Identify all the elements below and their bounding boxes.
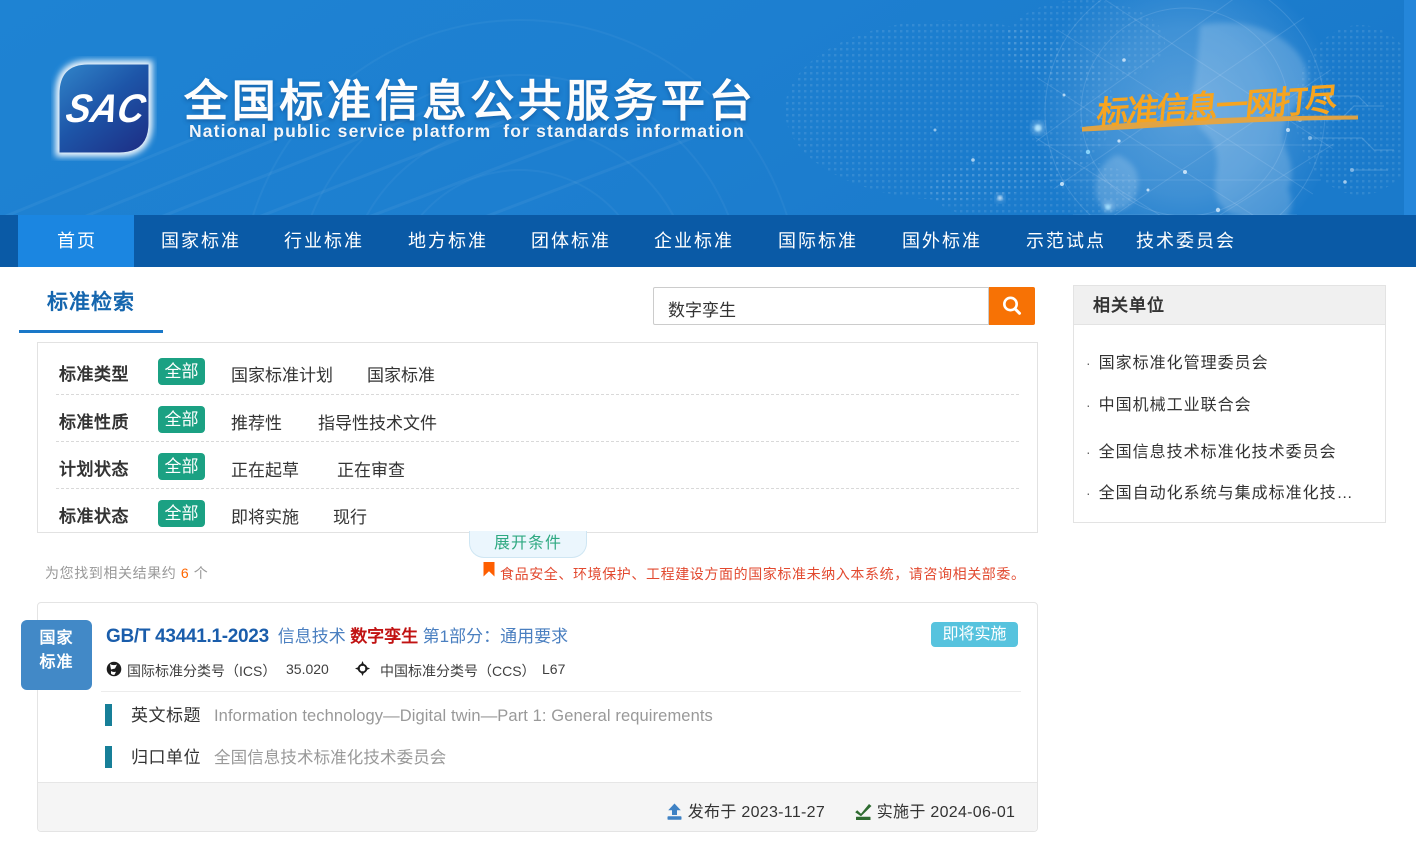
svg-text:SAC: SAC (62, 85, 150, 131)
